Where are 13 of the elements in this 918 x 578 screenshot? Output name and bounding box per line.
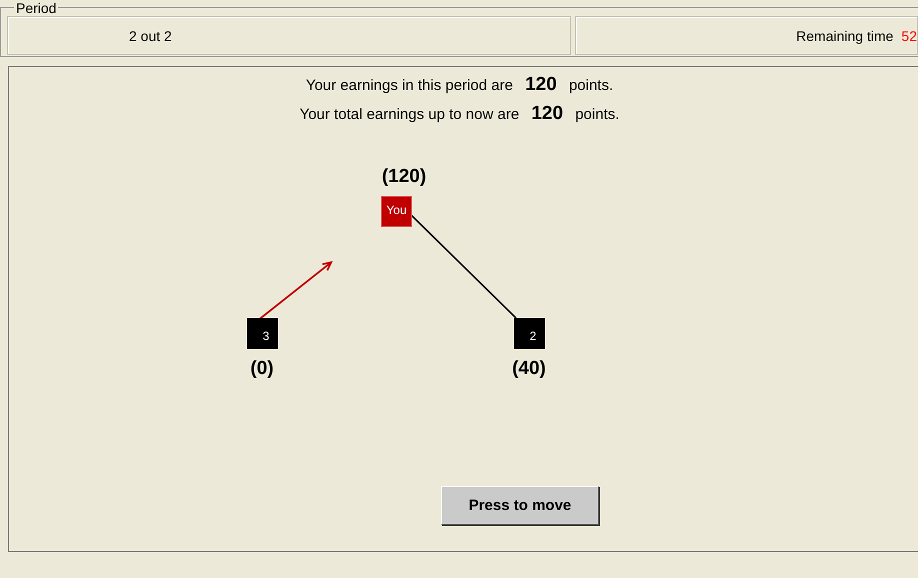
- player-node: 3: [247, 318, 278, 349]
- player-node: 2: [514, 318, 545, 349]
- payoff-label: (0): [249, 358, 275, 380]
- payoff-label: (120): [380, 166, 428, 188]
- remaining-time-value: 52: [901, 28, 917, 44]
- payoff-label: (40): [511, 358, 547, 380]
- period-field: 2 out 2: [7, 16, 571, 55]
- player-node: You: [381, 196, 412, 227]
- earnings-text: Your total earnings up to now are 120 points.: [300, 103, 620, 126]
- earnings-text: Your earnings in this period are 120 points.: [306, 74, 614, 97]
- move-button[interactable]: Press to move: [441, 486, 599, 525]
- period-label: Period: [14, 0, 58, 16]
- remaining-time-label: Remaining time: [796, 28, 894, 44]
